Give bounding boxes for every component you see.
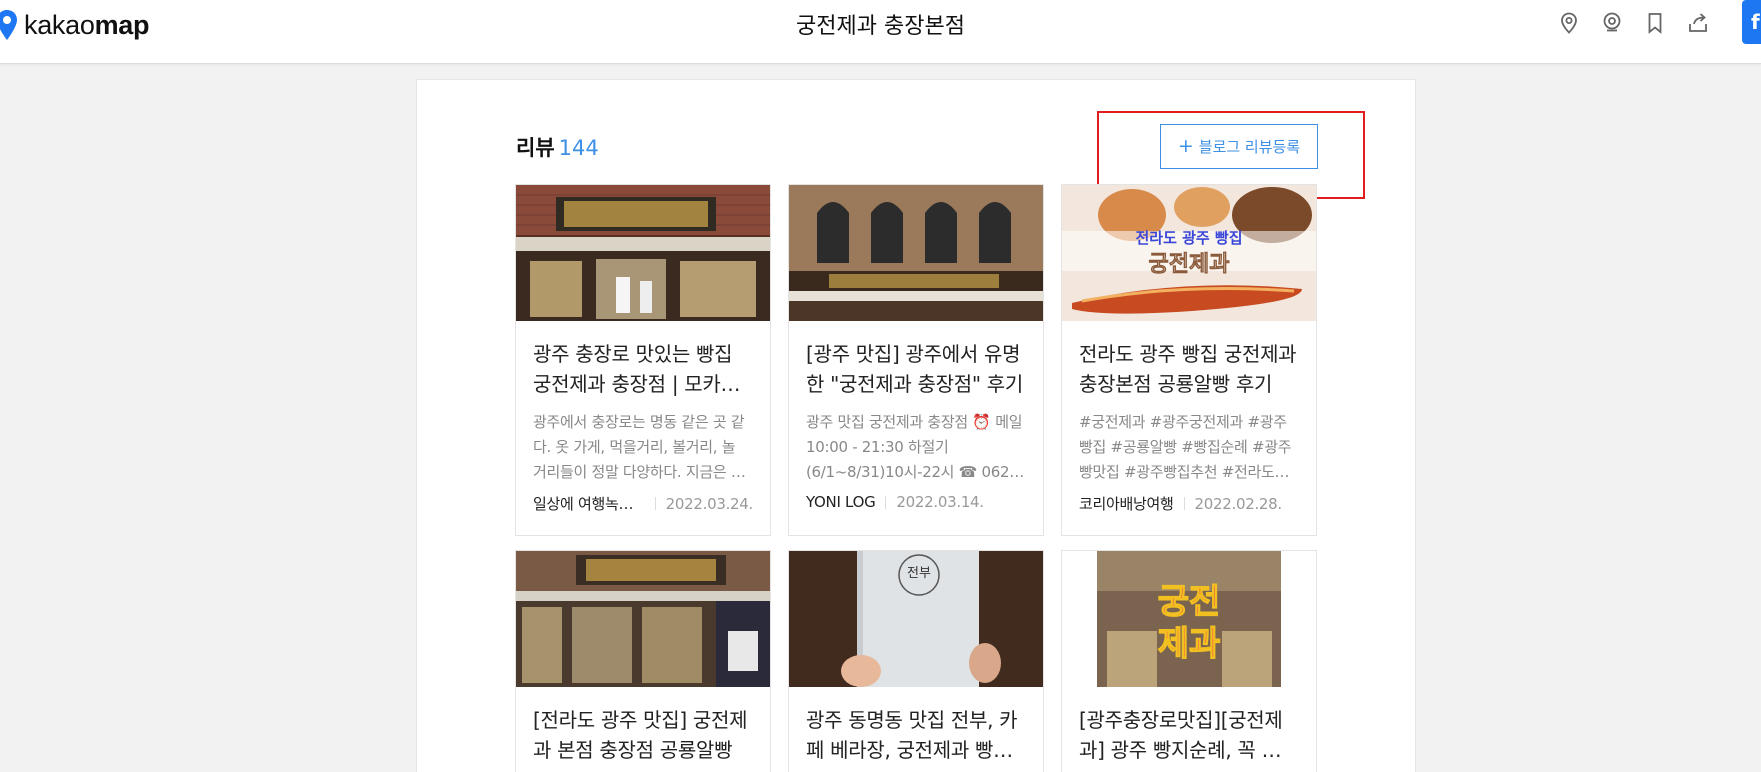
review-card-body: 광주 충장로 맛있는 빵집 궁전제과 충장점 | 모카빵 맛집 광주에서 충장로… xyxy=(516,321,770,514)
svg-text:전라도 광주 빵집: 전라도 광주 빵집 xyxy=(1135,229,1242,247)
review-date: 2022.03.14. xyxy=(896,493,984,511)
review-card-body: 전라도 광주 빵집 궁전제과 충장본점 공룡알빵 후기 #궁전제과 #광주궁전제… xyxy=(1062,321,1316,514)
storefront-image xyxy=(516,551,770,687)
bookmark-button[interactable] xyxy=(1642,10,1668,36)
review-meta: 일상에 여행녹이기 2022.03.24. xyxy=(533,493,753,514)
svg-text:제과: 제과 xyxy=(1158,624,1221,664)
storefront-image xyxy=(516,185,770,321)
svg-text:궁전: 궁전 xyxy=(1158,582,1221,622)
review-heading: 리뷰 144 xyxy=(516,132,599,162)
review-thumbnail[interactable]: 전부 xyxy=(789,551,1043,687)
meta-divider xyxy=(654,497,656,510)
review-card-body: [전라도 광주 맛집] 궁전제과 본점 충장점 공룡알빵 xyxy=(516,687,770,765)
location-pin-icon xyxy=(1561,12,1577,34)
review-meta: YONI LOG 2022.03.14. xyxy=(806,493,1026,511)
header-actions xyxy=(1556,10,1711,36)
facebook-button[interactable]: f xyxy=(1742,0,1761,44)
review-title[interactable]: 광주 동명동 맛집 전부, 카페 베라장, 궁전제과 빵지순례 xyxy=(806,705,1026,765)
logo-text: kakaomap xyxy=(24,9,150,40)
review-card[interactable]: 궁전 제과 [광주충장로맛집][궁전제과] 광주 빵지순례, 꼭 가봐야 xyxy=(1061,550,1317,772)
add-blog-review-label: 블로그 리뷰등록 xyxy=(1198,138,1301,156)
review-author[interactable]: 코리아배낭여행 xyxy=(1079,493,1174,514)
review-thumbnail[interactable]: 궁전 제과 xyxy=(1062,551,1316,687)
review-label: 리뷰 xyxy=(516,136,555,160)
roadview-icon xyxy=(1603,12,1621,32)
review-title[interactable]: 광주 충장로 맛있는 빵집 궁전제과 충장점 | 모카빵 맛집 xyxy=(533,339,753,399)
review-meta: 코리아배낭여행 2022.02.28. xyxy=(1079,493,1299,514)
logo-pin-icon xyxy=(0,10,17,40)
location-pin-button[interactable] xyxy=(1556,10,1582,36)
share-button[interactable] xyxy=(1685,10,1711,36)
svg-text:궁전제과: 궁전제과 xyxy=(1149,252,1230,277)
review-card-body: 광주 동명동 맛집 전부, 카페 베라장, 궁전제과 빵지순례 xyxy=(789,687,1043,765)
review-card[interactable]: [광주 맛집] 광주에서 유명한 "궁전제과 충장점" 후기 광주 맛집 궁전제… xyxy=(788,184,1044,536)
review-author[interactable]: YONI LOG xyxy=(806,493,875,511)
review-card[interactable]: [전라도 광주 맛집] 궁전제과 본점 충장점 공룡알빵 xyxy=(515,550,771,772)
bread-image: 전라도 광주 빵집 궁전제과 xyxy=(1062,185,1316,321)
menu-card-image: 전부 xyxy=(789,551,1043,687)
roadview-button[interactable] xyxy=(1599,10,1625,36)
review-count: 144 xyxy=(558,136,599,160)
review-card-body: [광주 맛집] 광주에서 유명한 "궁전제과 충장점" 후기 광주 맛집 궁전제… xyxy=(789,321,1043,511)
review-card[interactable]: 전부 광주 동명동 맛집 전부, 카페 베라장, 궁전제과 빵지순례 xyxy=(788,550,1044,772)
plus-icon: + xyxy=(1177,135,1194,157)
review-thumbnail[interactable] xyxy=(516,551,770,687)
review-date: 2022.03.24. xyxy=(665,494,754,513)
add-blog-review-button[interactable]: + 블로그 리뷰등록 xyxy=(1160,124,1318,169)
review-title[interactable]: 전라도 광주 빵집 궁전제과 충장본점 공룡알빵 후기 xyxy=(1079,339,1299,399)
review-excerpt: 광주 맛집 궁전제과 충장점 ⏰ 메일 10:00 - 21:30 하절기(6/… xyxy=(806,413,1023,481)
bookmark-icon xyxy=(1648,13,1662,34)
review-excerpt: 광주에서 충장로는 명동 같은 곳 같다. 옷 가게, 먹을거리, 볼거리, 놀… xyxy=(533,413,745,481)
svg-text:전부: 전부 xyxy=(907,566,931,581)
review-thumbnail[interactable] xyxy=(516,185,770,321)
review-thumbnail[interactable]: 전라도 광주 빵집 궁전제과 xyxy=(1062,185,1316,321)
review-author[interactable]: 일상에 여행녹이기 xyxy=(533,493,645,514)
storefront-image: 궁전 제과 xyxy=(1062,551,1316,687)
review-excerpt: #궁전제과 #광주궁전제과 #광주빵집 #공룡알빵 #빵집순례 #광주빵맛집 #… xyxy=(1079,413,1292,481)
top-header: kakaomap 궁전제과 충장본점 f xyxy=(0,0,1761,64)
review-date: 2022.02.28. xyxy=(1194,494,1283,513)
review-card[interactable]: 광주 충장로 맛있는 빵집 궁전제과 충장점 | 모카빵 맛집 광주에서 충장로… xyxy=(515,184,771,536)
review-card-body: [광주충장로맛집][궁전제과] 광주 빵지순례, 꼭 가봐야 xyxy=(1062,687,1316,765)
meta-divider xyxy=(885,495,887,509)
review-thumbnail[interactable] xyxy=(789,185,1043,321)
place-title: 궁전제과 충장본점 xyxy=(796,14,965,39)
review-card[interactable]: 전라도 광주 빵집 궁전제과 전라도 광주 빵집 궁전제과 충장본점 공룡알빵 … xyxy=(1061,184,1317,536)
review-title[interactable]: [광주충장로맛집][궁전제과] 광주 빵지순례, 꼭 가봐야 xyxy=(1079,705,1299,765)
share-icon xyxy=(1689,13,1707,32)
kakaomap-logo[interactable]: kakaomap xyxy=(0,8,149,42)
review-title[interactable]: [광주 맛집] 광주에서 유명한 "궁전제과 충장점" 후기 xyxy=(806,339,1026,399)
meta-divider xyxy=(1183,497,1185,510)
review-title[interactable]: [전라도 광주 맛집] 궁전제과 본점 충장점 공룡알빵 xyxy=(533,705,753,765)
storefront-image xyxy=(789,185,1043,321)
